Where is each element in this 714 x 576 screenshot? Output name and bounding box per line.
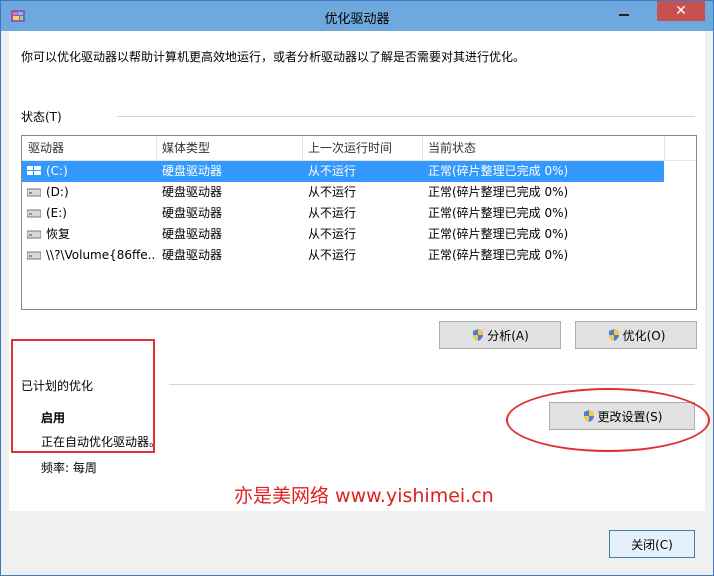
drive-name: (E:) xyxy=(46,206,67,220)
schedule-frequency: 频率: 每周 xyxy=(41,461,97,475)
current-status: 正常(碎片整理已完成 0%) xyxy=(428,164,569,178)
status-divider xyxy=(117,116,695,117)
close-window-button[interactable]: ✕ xyxy=(657,1,705,21)
last-run: 从不运行 xyxy=(308,248,357,262)
current-status: 正常(碎片整理已完成 0%) xyxy=(428,248,569,262)
media-type: 硬盘驱动器 xyxy=(162,206,223,220)
drive-name: (D:) xyxy=(46,185,69,199)
table-row[interactable]: 恢复 硬盘驱动器 从不运行 正常(碎片整理已完成 0%) xyxy=(22,224,664,245)
footer-bar: 关闭(C) xyxy=(9,511,705,567)
highlight-box xyxy=(11,339,155,453)
column-header-drive[interactable]: 驱动器 xyxy=(22,136,157,160)
watermark: 亦是美网络 www.yishimei.cn xyxy=(234,485,494,507)
intro-text: 你可以优化驱动器以帮助计算机更高效地运行，或者分析驱动器以了解是否需要对其进行优… xyxy=(21,50,526,64)
optimize-button[interactable]: 优化(O) xyxy=(575,321,697,349)
last-run: 从不运行 xyxy=(308,206,357,220)
analyze-button[interactable]: 分析(A) xyxy=(439,321,561,349)
last-run: 从不运行 xyxy=(308,164,357,178)
windows-drive-icon xyxy=(27,166,41,175)
drive-name: 恢复 xyxy=(46,227,71,241)
current-status: 正常(碎片整理已完成 0%) xyxy=(428,227,569,241)
table-row[interactable]: \\?\Volume{86ffe... 硬盘驱动器 从不运行 正常(碎片整理已完… xyxy=(22,245,664,266)
table-header: 驱动器 媒体类型 上一次运行时间 当前状态 xyxy=(22,136,696,161)
hard-drive-icon xyxy=(27,251,41,260)
last-run: 从不运行 xyxy=(308,185,357,199)
drive-name: (C:) xyxy=(46,164,68,178)
close-button[interactable]: 关闭(C) xyxy=(609,530,695,558)
media-type: 硬盘驱动器 xyxy=(162,185,223,199)
window-title: 优化驱动器 xyxy=(324,12,390,27)
hard-drive-icon xyxy=(27,188,41,197)
optimize-label: 优化(O) xyxy=(622,329,666,343)
table-row[interactable]: (C:) 硬盘驱动器 从不运行 正常(碎片整理已完成 0%) xyxy=(22,161,664,182)
highlight-oval xyxy=(506,388,710,452)
title-bar[interactable]: 优化驱动器 ✕ xyxy=(1,1,713,31)
column-header-media-type[interactable]: 媒体类型 xyxy=(156,136,303,160)
hard-drive-icon xyxy=(27,230,41,239)
last-run: 从不运行 xyxy=(308,227,357,241)
media-type: 硬盘驱动器 xyxy=(162,248,223,262)
column-header-last-run[interactable]: 上一次运行时间 xyxy=(302,136,423,160)
minimize-button[interactable] xyxy=(611,3,637,23)
uac-shield-icon xyxy=(473,329,484,341)
optimize-drives-window: 优化驱动器 ✕ 你可以优化驱动器以帮助计算机更高效地运行，或者分析驱动器以了解是… xyxy=(0,0,714,576)
table-row[interactable]: (D:) 硬盘驱动器 从不运行 正常(碎片整理已完成 0%) xyxy=(22,182,664,203)
media-type: 硬盘驱动器 xyxy=(162,164,223,178)
column-header-status[interactable]: 当前状态 xyxy=(422,136,665,160)
media-type: 硬盘驱动器 xyxy=(162,227,223,241)
hard-drive-icon xyxy=(27,209,41,218)
analyze-label: 分析(A) xyxy=(487,329,529,343)
status-label: 状态(T) xyxy=(21,110,62,124)
drives-table[interactable]: 驱动器 媒体类型 上一次运行时间 当前状态 (C:) 硬盘驱动器 从不运行 正常… xyxy=(21,135,697,310)
schedule-divider xyxy=(169,384,695,385)
drive-name: \\?\Volume{86ffe... xyxy=(46,248,154,262)
table-row[interactable]: (E:) 硬盘驱动器 从不运行 正常(碎片整理已完成 0%) xyxy=(22,203,664,224)
current-status: 正常(碎片整理已完成 0%) xyxy=(428,206,569,220)
current-status: 正常(碎片整理已完成 0%) xyxy=(428,185,569,199)
uac-shield-icon xyxy=(608,329,619,341)
